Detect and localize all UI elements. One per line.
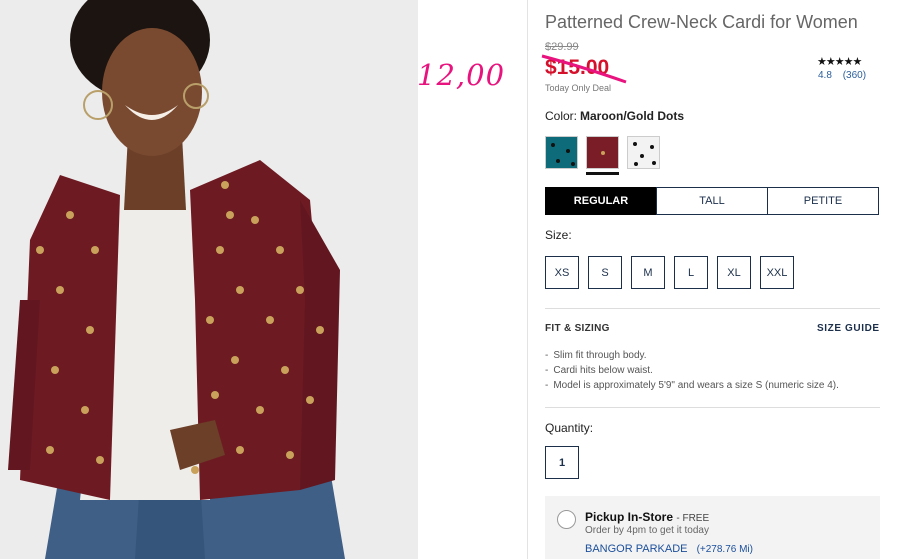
divider <box>545 308 880 309</box>
size-m-button[interactable]: M <box>631 256 665 289</box>
list-item: Cardi hits below waist. <box>545 363 839 378</box>
pickup-radio-button[interactable] <box>557 510 576 529</box>
pickup-free-label: - FREE <box>676 513 710 524</box>
deal-label: Today Only Deal <box>545 83 612 93</box>
color-selector-label: Color: Maroon/Gold Dots <box>545 109 684 123</box>
rating-value: 4.8 <box>818 70 832 81</box>
size-xl-button[interactable]: XL <box>717 256 751 289</box>
list-item: Model is approximately 5'9" and wears a … <box>545 378 839 393</box>
size-label: Size: <box>545 228 572 242</box>
divider <box>545 407 880 408</box>
fit-tall-button[interactable]: TALL <box>656 187 768 215</box>
pickup-title: Pickup In-Store - FREE <box>585 510 709 524</box>
size-xs-button[interactable]: XS <box>545 256 579 289</box>
fit-selector: REGULAR TALL PETITE <box>545 187 879 215</box>
store-name[interactable]: BANGOR PARKADE <box>585 543 688 555</box>
swatch-maroon[interactable] <box>586 136 619 169</box>
fit-petite-button[interactable]: PETITE <box>767 187 879 215</box>
star-rating-icon[interactable]: ★★★★★ <box>817 55 862 68</box>
product-photo <box>0 0 418 559</box>
sale-price: $15.00 <box>545 56 610 79</box>
fit-regular-button[interactable]: REGULAR <box>545 187 657 215</box>
color-label: Color: <box>545 109 578 123</box>
size-xxl-button[interactable]: XXL <box>760 256 794 289</box>
selected-swatch-indicator <box>586 172 619 175</box>
pickup-store-link[interactable]: BANGOR PARKADE (+278.76 Mi) <box>585 543 753 555</box>
rating-summary[interactable]: 4.8 (360) <box>818 70 874 81</box>
quantity-select[interactable]: 1 <box>545 446 579 479</box>
fit-sizing-list: Slim fit through body. Cardi hits below … <box>545 348 839 393</box>
size-guide-link[interactable]: SIZE GUIDE <box>817 323 880 334</box>
column-divider <box>527 0 528 559</box>
quantity-label: Quantity: <box>545 421 594 435</box>
size-selector: XS S M L XL XXL <box>545 256 794 289</box>
pickup-in-store-option[interactable]: Pickup In-Store - FREE Order by 4pm to g… <box>545 496 880 559</box>
size-l-button[interactable]: L <box>674 256 708 289</box>
swatch-white[interactable] <box>627 136 660 169</box>
pickup-subtitle: Order by 4pm to get it today <box>585 525 709 536</box>
store-distance: (+278.76 Mi) <box>696 544 753 555</box>
original-price: $29.99 <box>545 41 579 53</box>
swatch-teal[interactable] <box>545 136 578 169</box>
list-item: Slim fit through body. <box>545 348 839 363</box>
selected-color-name: Maroon/Gold Dots <box>580 109 685 123</box>
pickup-title-text: Pickup In-Store <box>585 510 674 524</box>
review-count[interactable]: (360) <box>843 70 866 81</box>
fit-sizing-heading: FIT & SIZING <box>545 323 610 334</box>
size-s-button[interactable]: S <box>588 256 622 289</box>
product-title: Patterned Crew-Neck Cardi for Women <box>545 12 858 32</box>
handwritten-price-annotation: 12,00 <box>417 58 506 92</box>
